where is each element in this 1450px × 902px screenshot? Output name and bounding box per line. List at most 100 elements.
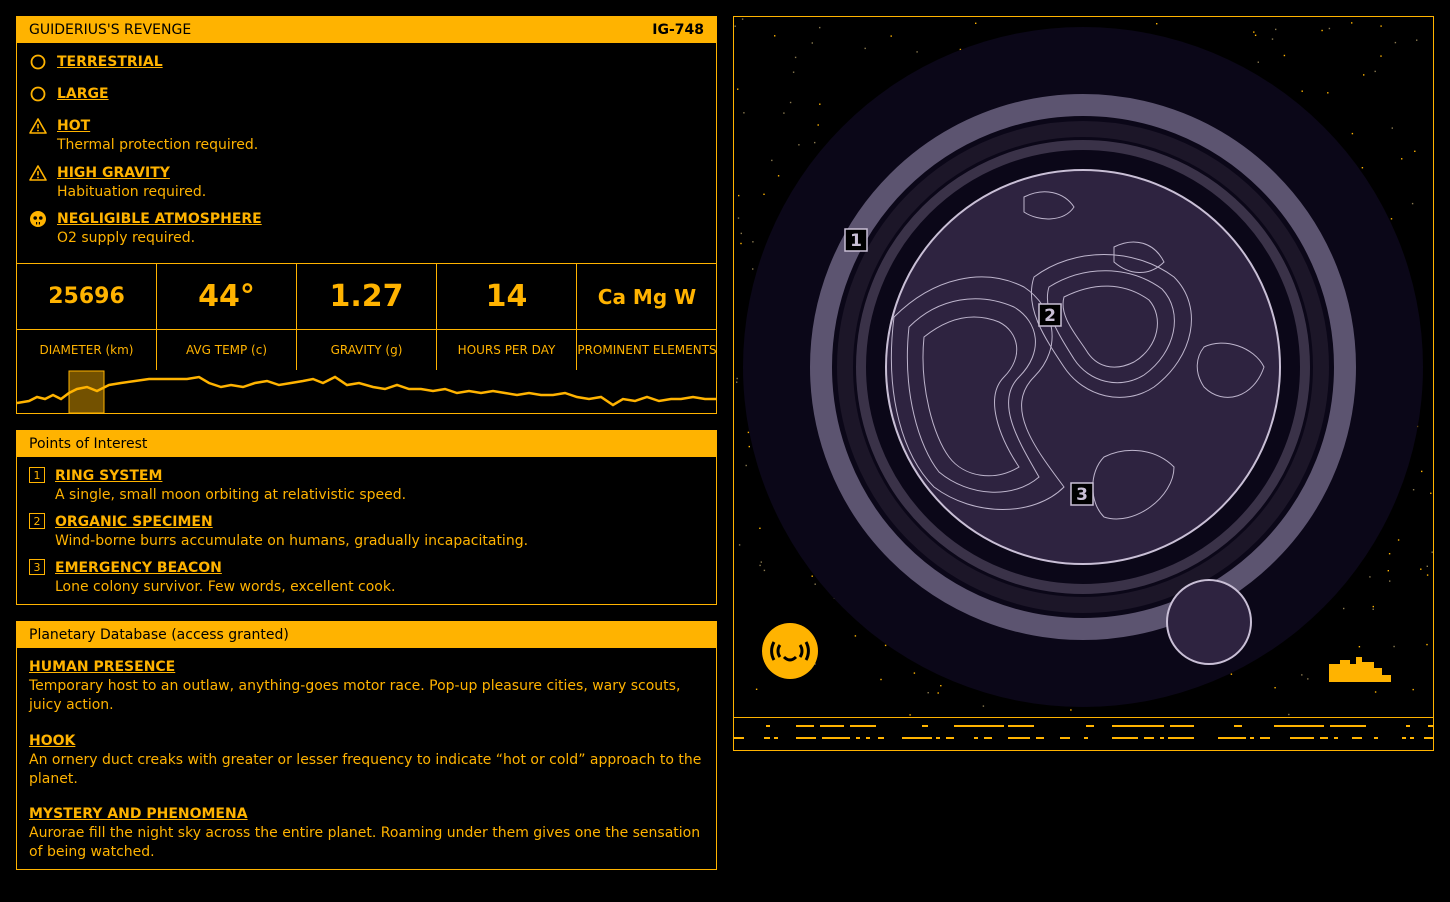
poi-desc: Lone colony survivor. Few words, excelle… bbox=[55, 579, 396, 595]
star bbox=[916, 51, 918, 53]
star bbox=[1328, 27, 1331, 30]
database-item-body: An ornery duct creaks with greater or le… bbox=[29, 752, 702, 787]
warning-icon bbox=[29, 165, 47, 181]
star bbox=[814, 141, 816, 144]
star bbox=[909, 714, 911, 716]
star bbox=[1321, 29, 1323, 32]
stat-value: 14 bbox=[437, 264, 576, 330]
poi-label[interactable]: EMERGENCY BEACON bbox=[55, 559, 395, 578]
database-title: Planetary Database (access granted) bbox=[29, 627, 289, 643]
star bbox=[759, 564, 761, 567]
attribute-high-gravity[interactable]: HIGH GRAVITY Habituation required. bbox=[29, 164, 206, 202]
poi-desc: Wind-borne burrs accumulate on humans, g… bbox=[55, 533, 529, 549]
skull-icon bbox=[30, 211, 46, 227]
star bbox=[1301, 674, 1303, 676]
poi-label[interactable]: ORGANIC SPECIMEN bbox=[55, 513, 528, 532]
attribute-desc: O2 supply required. bbox=[57, 230, 196, 246]
poi-desc: A single, small moon orbiting at relativ… bbox=[55, 487, 407, 503]
poi-item-ring-system[interactable]: 1 RING SYSTEM A single, small moon orbit… bbox=[29, 467, 406, 505]
terrain-selection-highlight[interactable] bbox=[68, 370, 105, 414]
signal-icon[interactable] bbox=[762, 623, 818, 679]
star bbox=[1301, 90, 1303, 92]
star bbox=[743, 112, 745, 114]
attribute-label[interactable]: HIGH GRAVITY bbox=[57, 164, 206, 183]
star bbox=[1363, 74, 1365, 76]
poi-number-badge: 1 bbox=[29, 467, 45, 483]
star bbox=[811, 42, 813, 44]
attribute-label[interactable]: HOT bbox=[57, 117, 258, 136]
star bbox=[1372, 608, 1374, 610]
attribute-label[interactable]: NEGLIGIBLE ATMOSPHERE bbox=[57, 210, 262, 229]
star bbox=[736, 381, 738, 383]
star bbox=[763, 193, 765, 195]
star bbox=[1411, 202, 1414, 205]
star bbox=[748, 445, 750, 448]
database-item-label[interactable]: HOOK bbox=[29, 732, 702, 751]
star bbox=[864, 47, 866, 50]
moon[interactable] bbox=[1166, 579, 1252, 665]
stat-value: 44° bbox=[157, 264, 296, 330]
star bbox=[1430, 492, 1432, 494]
database-item-body: Temporary host to an outlaw, anything-go… bbox=[29, 678, 681, 713]
star bbox=[880, 678, 882, 681]
star bbox=[1388, 553, 1391, 555]
database-item-mystery: MYSTERY AND PHENOMENA Aurorae fill the n… bbox=[29, 805, 702, 862]
star bbox=[736, 377, 738, 380]
star bbox=[1351, 22, 1353, 24]
poi-item-organic-specimen[interactable]: 2 ORGANIC SPECIMEN Wind-borne burrs accu… bbox=[29, 513, 528, 551]
star bbox=[1257, 61, 1259, 63]
star bbox=[1380, 25, 1382, 27]
star bbox=[792, 71, 795, 73]
star bbox=[927, 692, 929, 694]
star bbox=[1393, 645, 1395, 648]
map-marker-1[interactable]: 1 bbox=[844, 228, 868, 252]
star bbox=[1416, 39, 1418, 41]
stat-value: Ca Mg W bbox=[577, 264, 717, 330]
map-marker-3[interactable]: 3 bbox=[1070, 482, 1094, 506]
stat-value: 1.27 bbox=[297, 264, 436, 330]
poi-item-emergency-beacon[interactable]: 3 EMERGENCY BEACON Lone colony survivor.… bbox=[29, 559, 395, 597]
star bbox=[1401, 158, 1403, 160]
stat-gravity: 1.27 GRAVITY (g) bbox=[297, 264, 437, 370]
star bbox=[1361, 167, 1364, 169]
attribute-label[interactable]: TERRESTRIAL bbox=[57, 53, 163, 72]
star bbox=[783, 112, 785, 114]
database-item-human-presence: HUMAN PRESENCE Temporary host to an outl… bbox=[29, 658, 702, 715]
attribute-large[interactable]: LARGE bbox=[29, 85, 109, 104]
attribute-hot[interactable]: HOT Thermal protection required. bbox=[29, 117, 258, 155]
database-item-label[interactable]: HUMAN PRESENCE bbox=[29, 658, 702, 677]
attribute-atmosphere[interactable]: NEGLIGIBLE ATMOSPHERE O2 supply required… bbox=[29, 210, 262, 248]
star bbox=[1307, 678, 1309, 680]
star bbox=[777, 175, 780, 177]
terrain-profile-line bbox=[17, 375, 717, 407]
star bbox=[738, 544, 741, 546]
planet-visualization[interactable]: 1 2 3 bbox=[734, 17, 1433, 717]
star bbox=[745, 464, 747, 467]
star bbox=[817, 124, 819, 126]
star bbox=[771, 159, 773, 162]
star bbox=[1070, 709, 1072, 711]
map-marker-number: 1 bbox=[850, 231, 862, 251]
planet-profile-panel: GUIDERIUS'S REVENGE IG-748 TERRESTRIAL L… bbox=[16, 16, 717, 414]
poi-label[interactable]: RING SYSTEM bbox=[55, 467, 406, 486]
points-of-interest-panel: Points of Interest 1 RING SYSTEM A singl… bbox=[16, 430, 717, 605]
star bbox=[1253, 31, 1255, 33]
star bbox=[1412, 688, 1414, 691]
star bbox=[763, 569, 766, 572]
star bbox=[1421, 470, 1423, 473]
planet-map-panel: 1 2 3 bbox=[733, 16, 1434, 751]
map-marker-2[interactable]: 2 bbox=[1038, 303, 1062, 327]
stat-diameter: 25696 DIAMETER (km) bbox=[17, 264, 157, 370]
star bbox=[760, 561, 762, 563]
stat-label: DIAMETER (km) bbox=[39, 342, 134, 357]
database-item-label[interactable]: MYSTERY AND PHENOMENA bbox=[29, 805, 702, 824]
star bbox=[1254, 34, 1257, 36]
attribute-terrestrial[interactable]: TERRESTRIAL bbox=[29, 53, 163, 72]
attribute-label[interactable]: LARGE bbox=[57, 85, 109, 104]
star bbox=[1372, 605, 1374, 608]
star bbox=[884, 644, 887, 647]
star bbox=[1397, 539, 1400, 541]
stat-label: PROMINENT ELEMENTS bbox=[577, 342, 717, 357]
stats-row: 25696 DIAMETER (km) 44° AVG TEMP (c) 1.2… bbox=[17, 263, 717, 370]
star bbox=[1380, 55, 1382, 57]
